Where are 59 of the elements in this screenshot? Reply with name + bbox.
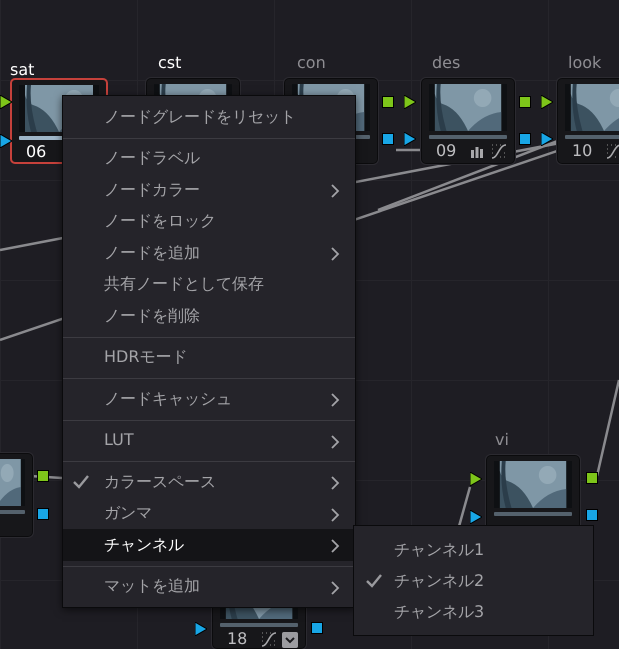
output-port-icon[interactable] [586,472,598,484]
node-label: des [432,53,460,73]
menu-item[interactable]: チャンネル1 [354,534,593,565]
menu-item[interactable]: ガンマ [63,498,355,529]
graph-node[interactable]: 10 [557,78,619,164]
input-port-icon[interactable] [195,622,207,636]
menu-item[interactable]: チャンネル [63,529,355,560]
check-icon [366,574,382,588]
check-icon [73,475,89,489]
node-number: 18 [227,628,248,649]
input-port-icon[interactable] [404,95,416,109]
output-port-icon[interactable] [519,96,531,108]
menu-item[interactable]: ノードをロック [63,206,355,237]
menu-item[interactable]: チャンネル2 [354,565,593,596]
chevron-right-icon [331,508,340,522]
output-port-icon[interactable] [37,470,49,482]
input-port-icon[interactable] [470,510,482,524]
input-port-icon[interactable] [404,132,416,146]
chevron-right-icon [331,434,340,448]
menu-item[interactable]: ノードを追加 [63,237,355,268]
chevron-right-icon [331,393,340,407]
input-port-icon[interactable] [541,132,553,146]
curve-icon [261,632,277,647]
output-port-icon[interactable] [382,133,394,145]
curve-icon [491,144,507,159]
input-port-icon[interactable] [0,95,12,109]
menu-item[interactable]: カラースペース [63,466,355,498]
menu-item[interactable]: ノードキャッシュ [63,383,355,414]
output-port-icon[interactable] [37,508,49,520]
input-port-icon[interactable] [541,95,553,109]
menu-item[interactable]: ノードカラー [63,174,355,206]
output-port-icon[interactable] [382,96,394,108]
input-port-icon[interactable] [470,472,482,486]
menu-item[interactable]: チャンネル3 [354,596,593,627]
menu-item[interactable]: 共有ノードとして保存 [63,268,355,300]
node-label: con [297,53,326,73]
curve-icon [606,144,619,159]
output-port-icon[interactable] [519,133,531,145]
output-port-icon[interactable] [586,509,598,521]
output-port-icon[interactable] [311,622,323,634]
node-label: vi [495,430,509,450]
node-number: 06 [26,141,46,163]
menu-item[interactable]: HDRモード [63,342,355,373]
node-label: look [568,53,602,73]
chevron-right-icon [331,476,340,490]
chevron-right-icon [331,580,340,594]
graph-node[interactable]: 09 [421,78,515,164]
menu-item[interactable]: マットを追加 [63,570,355,602]
chevron-right-icon [331,539,340,553]
node-label: sat [10,60,34,80]
node-number: 09 [436,140,456,162]
bars-icon [470,144,484,158]
menu-item[interactable]: LUT [63,424,355,456]
input-port-icon[interactable] [0,134,12,148]
node-number: 10 [572,140,592,162]
node-label: cst [158,53,182,73]
chevron-right-icon [331,247,340,261]
menu-item[interactable]: ノードを削除 [63,300,355,332]
chevron-right-icon [331,184,340,198]
